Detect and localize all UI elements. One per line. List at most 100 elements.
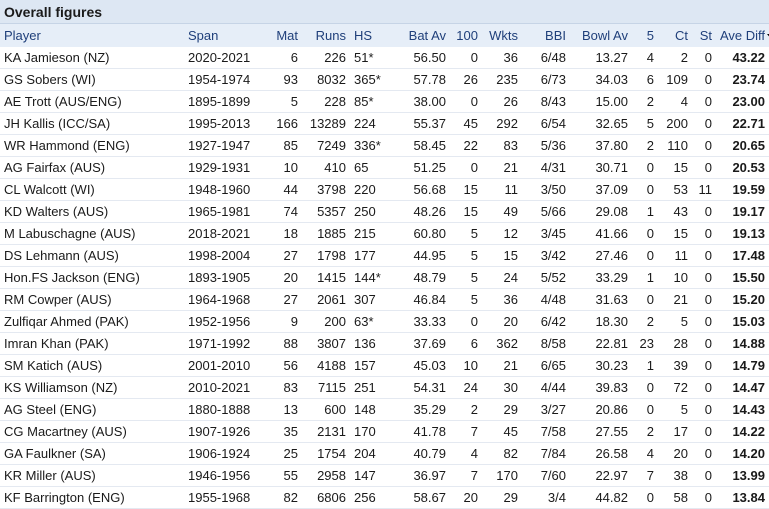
cell-bbi: 4/44	[540, 380, 566, 395]
cell-5: 5	[646, 116, 654, 131]
cell-hs: 365*	[354, 72, 381, 87]
cell-5: 7	[646, 468, 654, 483]
cell-wkts: 292	[496, 116, 518, 131]
cell-span: 1964-1968	[188, 292, 251, 307]
cell-batav: 58.67	[413, 490, 446, 505]
cell-bbi: 7/58	[540, 424, 566, 439]
cell-wkts: 21	[503, 358, 518, 373]
column-header-span[interactable]: Span	[184, 24, 260, 47]
cell-bbi: 6/48	[540, 50, 566, 65]
cell-player[interactable]: WR Hammond (ENG)	[0, 135, 184, 157]
cell-batav: 51.25	[413, 160, 446, 175]
cell-player[interactable]: KF Barrington (ENG)	[0, 487, 184, 509]
cell-runs: 3798	[317, 182, 346, 197]
column-header-ct[interactable]: Ct	[658, 24, 692, 47]
cell-bowlav: 30.23	[595, 358, 628, 373]
cell-player[interactable]: Zulfiqar Ahmed (PAK)	[0, 311, 184, 333]
cell-ct: 53	[673, 182, 688, 197]
column-header-player[interactable]: Player	[0, 24, 184, 47]
cell-avediff: 14.79	[732, 358, 765, 373]
cell-avediff: 22.71	[732, 116, 765, 131]
table-row: Hon.FS Jackson (ENG) 1893-1905 20 1415 144* 4…	[0, 267, 769, 289]
cell-5: 2	[646, 138, 654, 153]
cell-ct: 11	[674, 248, 689, 263]
cell-batav: 57.78	[413, 72, 446, 87]
cell-runs: 228	[324, 94, 346, 109]
cell-ct: 10	[673, 270, 688, 285]
cell-wkts: 82	[503, 446, 518, 461]
cell-span: 1952-1956	[188, 314, 251, 329]
cell-bbi: 8/43	[540, 94, 566, 109]
cell-5: 1	[646, 204, 654, 219]
column-header-hs[interactable]: HS	[350, 24, 392, 47]
cell-player[interactable]: DS Lehmann (AUS)	[0, 245, 184, 267]
cell-100: 0	[470, 50, 478, 65]
cell-batav: 48.26	[413, 204, 446, 219]
cell-player[interactable]: Imran Khan (PAK)	[0, 333, 184, 355]
cell-mat: 10	[283, 160, 298, 175]
cell-player[interactable]: AE Trott (AUS/ENG)	[0, 91, 184, 113]
cell-bbi: 3/4	[547, 490, 566, 505]
column-header-batav[interactable]: Bat Av	[392, 24, 450, 47]
cell-st: 0	[704, 358, 712, 373]
cell-st: 0	[704, 292, 712, 307]
cell-mat: 13	[283, 402, 298, 417]
cell-mat: 9	[290, 314, 298, 329]
cell-st: 0	[704, 226, 712, 241]
cell-avediff: 43.22	[732, 50, 765, 65]
cell-player[interactable]: M Labuschagne (AUS)	[0, 223, 184, 245]
cell-st: 0	[704, 402, 712, 417]
cell-player[interactable]: SM Katich (AUS)	[0, 355, 184, 377]
table-row: WR Hammond (ENG) 1927-1947 85 7249 336* 58.45…	[0, 135, 769, 157]
table-row: KD Walters (AUS) 1965-1981 74 5357 250 48.26 1…	[0, 201, 769, 223]
cell-hs: 204	[354, 446, 376, 461]
cell-hs: 148	[354, 402, 376, 417]
cell-player[interactable]: JH Kallis (ICC/SA)	[0, 113, 184, 135]
cell-player[interactable]: KR Miller (AUS)	[0, 465, 184, 487]
cell-batav: 41.78	[413, 424, 446, 439]
table-row: JH Kallis (ICC/SA) 1995-2013 166 13289 224 55…	[0, 113, 769, 135]
cell-wkts: 30	[503, 380, 518, 395]
column-header-bbi[interactable]: BBI	[522, 24, 570, 47]
column-header-100[interactable]: 100	[450, 24, 482, 47]
cell-bowlav: 39.83	[595, 380, 628, 395]
cell-player[interactable]: KD Walters (AUS)	[0, 201, 184, 223]
column-header-runs[interactable]: Runs	[302, 24, 350, 47]
cell-100: 10	[463, 358, 478, 373]
column-header-avediff[interactable]: Ave Diff	[716, 24, 769, 47]
cell-avediff: 14.88	[732, 336, 765, 351]
cell-runs: 5357	[317, 204, 346, 219]
cell-player[interactable]: Hon.FS Jackson (ENG)	[0, 267, 184, 289]
column-header-st[interactable]: St	[692, 24, 716, 47]
cell-player[interactable]: CL Walcott (WI)	[0, 179, 184, 201]
cell-player[interactable]: RM Cowper (AUS)	[0, 289, 184, 311]
cell-player[interactable]: KA Jamieson (NZ)	[0, 47, 184, 69]
cell-5: 2	[646, 424, 654, 439]
cell-player[interactable]: GA Faulkner (SA)	[0, 443, 184, 465]
cell-st: 0	[704, 424, 712, 439]
cell-avediff: 13.99	[732, 468, 765, 483]
cell-st: 0	[704, 314, 712, 329]
cell-wkts: 170	[496, 468, 518, 483]
cell-wkts: 20	[503, 314, 518, 329]
cell-runs: 1798	[317, 248, 346, 263]
cell-runs: 2958	[317, 468, 346, 483]
cell-batav: 38.00	[413, 94, 446, 109]
cell-ct: 38	[673, 468, 688, 483]
cell-player[interactable]: KS Williamson (NZ)	[0, 377, 184, 399]
cell-ct: 28	[673, 336, 688, 351]
cell-mat: 56	[283, 358, 298, 373]
column-header-wkts[interactable]: Wkts	[482, 24, 522, 47]
cell-player[interactable]: GS Sobers (WI)	[0, 69, 184, 91]
column-header-mat[interactable]: Mat	[260, 24, 302, 47]
cell-player[interactable]: CG Macartney (AUS)	[0, 421, 184, 443]
column-header-bowlav[interactable]: Bowl Av	[570, 24, 632, 47]
cell-bowlav: 37.09	[595, 182, 628, 197]
cell-player[interactable]: AG Steel (ENG)	[0, 399, 184, 421]
cell-player[interactable]: AG Fairfax (AUS)	[0, 157, 184, 179]
column-header-5[interactable]: 5	[632, 24, 658, 47]
cell-span: 1893-1905	[188, 270, 251, 285]
cell-bowlav: 33.29	[595, 270, 628, 285]
cell-avediff: 14.20	[732, 446, 765, 461]
cell-mat: 93	[283, 72, 298, 87]
